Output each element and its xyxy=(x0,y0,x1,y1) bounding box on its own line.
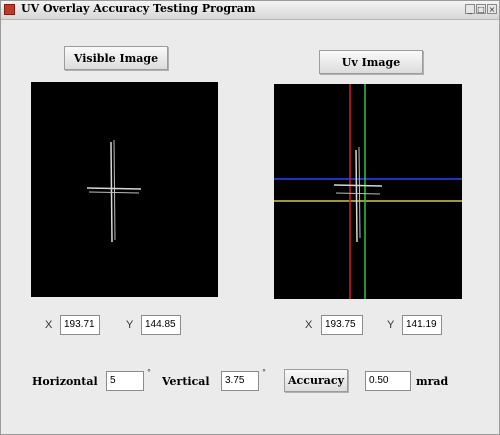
target-vertical-line xyxy=(355,149,358,243)
title-bar[interactable]: UV Overlay Accuracy Testing Program _ □ … xyxy=(1,1,499,20)
uv-x-label: X xyxy=(305,319,313,331)
target-horizontal-line xyxy=(333,184,383,187)
horizontal-field[interactable]: 5 xyxy=(106,371,144,391)
visible-y-field[interactable]: 144.85 xyxy=(141,315,181,335)
visible-x-field[interactable]: 193.71 xyxy=(60,315,100,335)
visible-y-label: Y xyxy=(126,319,134,331)
target-vertical-line xyxy=(358,146,361,239)
maximize-icon[interactable]: □ xyxy=(476,4,486,14)
uv-image-button[interactable]: Uv Image xyxy=(319,50,423,74)
uv-x-field[interactable]: 193.75 xyxy=(321,315,363,335)
horizontal-label: Horizontal xyxy=(32,375,98,388)
vertical-field[interactable]: 3.75 xyxy=(221,371,259,391)
degree-symbol: ° xyxy=(147,368,151,377)
visible-target-graphic xyxy=(86,139,142,243)
vertical-label: Vertical xyxy=(162,375,210,388)
unit-label: mrad xyxy=(416,375,449,388)
window-title: UV Overlay Accuracy Testing Program xyxy=(21,2,256,15)
target-horizontal-line xyxy=(86,187,142,190)
uv-y-field[interactable]: 141.19 xyxy=(402,315,442,335)
target-horizontal-line xyxy=(88,191,140,194)
uv-y-label: Y xyxy=(387,319,395,331)
visible-image-button[interactable]: Visible Image xyxy=(64,46,168,70)
accuracy-field[interactable]: 0.50 xyxy=(365,371,411,391)
visible-image-view xyxy=(31,82,218,297)
target-vertical-line xyxy=(113,139,116,241)
visible-x-label: X xyxy=(45,319,53,331)
uv-overlay-graphic xyxy=(274,84,462,299)
degree-symbol: ° xyxy=(262,368,266,377)
uv-image-view xyxy=(274,84,462,299)
app-icon xyxy=(4,4,15,15)
target-horizontal-line xyxy=(335,192,381,195)
accuracy-button[interactable]: Accuracy xyxy=(284,369,348,392)
close-icon[interactable]: × xyxy=(487,4,497,14)
app-window: UV Overlay Accuracy Testing Program _ □ … xyxy=(0,0,500,435)
minimize-icon[interactable]: _ xyxy=(465,4,475,14)
